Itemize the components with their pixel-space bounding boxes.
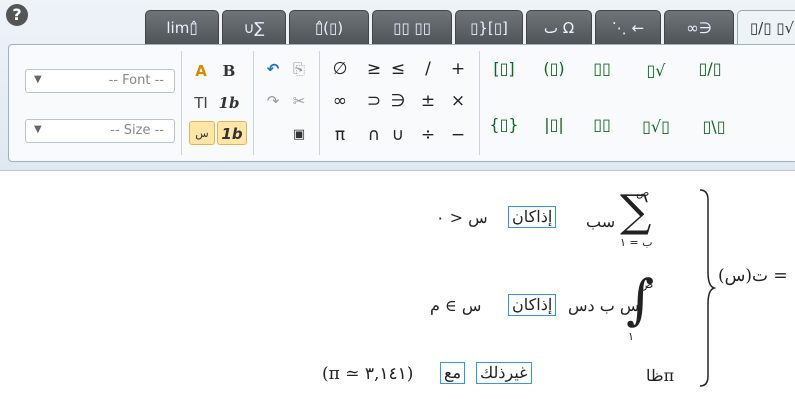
function-lhs: ت(س) =: [718, 266, 788, 286]
tab-matrices[interactable]: ▯}[▯]: [455, 10, 523, 44]
left-brace: [699, 189, 716, 387]
tab-limits[interactable]: lim▯̂: [145, 10, 219, 44]
divider: [319, 51, 320, 155]
text-mode-button[interactable]: TI: [189, 91, 213, 115]
italic-number-active-button[interactable]: 1b: [217, 121, 247, 145]
infinity-button[interactable]: ∞: [327, 91, 353, 111]
parentheses-template[interactable]: (▯): [539, 59, 569, 78]
leq-button[interactable]: ≤: [385, 59, 411, 79]
integral-lower-limit: ١: [628, 330, 634, 343]
help-icon[interactable]: ?: [6, 4, 28, 26]
with-text-box[interactable]: مع: [440, 362, 466, 384]
font-color-button[interactable]: A: [189, 59, 213, 83]
square-brackets-template[interactable]: [▯]: [489, 59, 519, 78]
tab-arrows[interactable]: ⋱ ←: [595, 10, 661, 44]
if-text-box-2[interactable]: إذاكان: [508, 294, 557, 316]
pi-button[interactable]: π: [327, 125, 353, 145]
divider: [181, 51, 182, 155]
intersection-button[interactable]: ∩: [361, 125, 387, 145]
contains-button[interactable]: ∋: [385, 91, 411, 111]
equation-toolbar: ? lim▯̂ ∪∑ ▯̂(▯) ▯▯ ▯▯ ▯}[▯] ٮ Ω ⋱ ← ∞∋ …: [0, 0, 795, 171]
fraction-template[interactable]: ▯/▯: [695, 59, 725, 78]
times-button[interactable]: ×: [445, 91, 471, 111]
superset-button[interactable]: ⊃: [361, 91, 387, 111]
divider: [479, 51, 480, 155]
undo-icon[interactable]: ↶: [261, 57, 285, 81]
special-char-icon[interactable]: ▣: [287, 123, 311, 147]
tool-panel: ▼ -- Font -- ▼ -- Size -- A B TI 1b س 1b…: [8, 44, 795, 162]
pi-approximation: (π ≃ ٣,١٤١): [322, 364, 414, 384]
sqrt-template[interactable]: ▯√: [641, 61, 671, 80]
tan-pi: ظاπ: [646, 366, 675, 385]
tab-greek[interactable]: ٮ Ω: [526, 10, 592, 44]
size-select[interactable]: ▼ -- Size --: [25, 119, 175, 143]
condition-1: س < ٠: [436, 208, 488, 227]
slash-button[interactable]: /: [415, 59, 441, 79]
cut-icon[interactable]: ✂: [287, 89, 311, 113]
otherwise-text-box[interactable]: غيرذلك: [476, 362, 532, 384]
abs-template[interactable]: |▯|: [539, 115, 569, 134]
superscript-template[interactable]: ▯▯: [587, 59, 617, 78]
sum-lower-limit: ب = ١: [620, 236, 653, 249]
plus-button[interactable]: +: [445, 59, 471, 79]
integral-expression: س ب دس: [568, 296, 640, 315]
divide-button[interactable]: ÷: [415, 125, 441, 145]
geq-button[interactable]: ≥: [361, 59, 387, 79]
chevron-down-icon: ▼: [34, 74, 42, 85]
condition-2: س ∋ م: [430, 296, 482, 315]
tab-fractions[interactable]: ▯/▯ ▯√: [737, 10, 795, 44]
sigma-icon: ∑: [620, 186, 652, 237]
nth-root-template[interactable]: ▯√▯: [641, 117, 671, 136]
if-text-box[interactable]: إذاكان: [508, 206, 557, 228]
equation-editor[interactable]: ت(س) = ص ∑ ب = ١ سب إذاكان س < ٠ ص ∫ ١ س…: [0, 170, 795, 399]
italic-number-button[interactable]: 1b: [217, 91, 241, 115]
arabic-style-button[interactable]: س: [189, 121, 215, 145]
tab-accents[interactable]: ▯̂(▯): [289, 10, 369, 44]
sum-expression: سب: [586, 212, 616, 231]
paste-icon[interactable]: ⎘: [287, 57, 311, 81]
plusminus-button[interactable]: ±: [415, 91, 441, 111]
tab-scripts[interactable]: ▯▯ ▯▯: [372, 10, 452, 44]
redo-icon[interactable]: ↷: [261, 89, 285, 113]
empty-set-button[interactable]: ∅: [327, 59, 353, 79]
subscript-template[interactable]: ▯▯: [587, 115, 617, 134]
union-button[interactable]: ∪: [385, 125, 411, 145]
font-select[interactable]: ▼ -- Font --: [25, 69, 175, 93]
bold-button[interactable]: B: [217, 59, 241, 83]
divider: [253, 51, 254, 155]
long-division-template[interactable]: ▯\▯: [699, 117, 729, 136]
braces-template[interactable]: {▯}: [489, 115, 519, 134]
tab-operators[interactable]: ∪∑: [222, 10, 286, 44]
tab-misc[interactable]: ∞∋: [664, 10, 734, 44]
minus-button[interactable]: −: [445, 125, 471, 145]
chevron-down-icon: ▼: [34, 124, 42, 135]
